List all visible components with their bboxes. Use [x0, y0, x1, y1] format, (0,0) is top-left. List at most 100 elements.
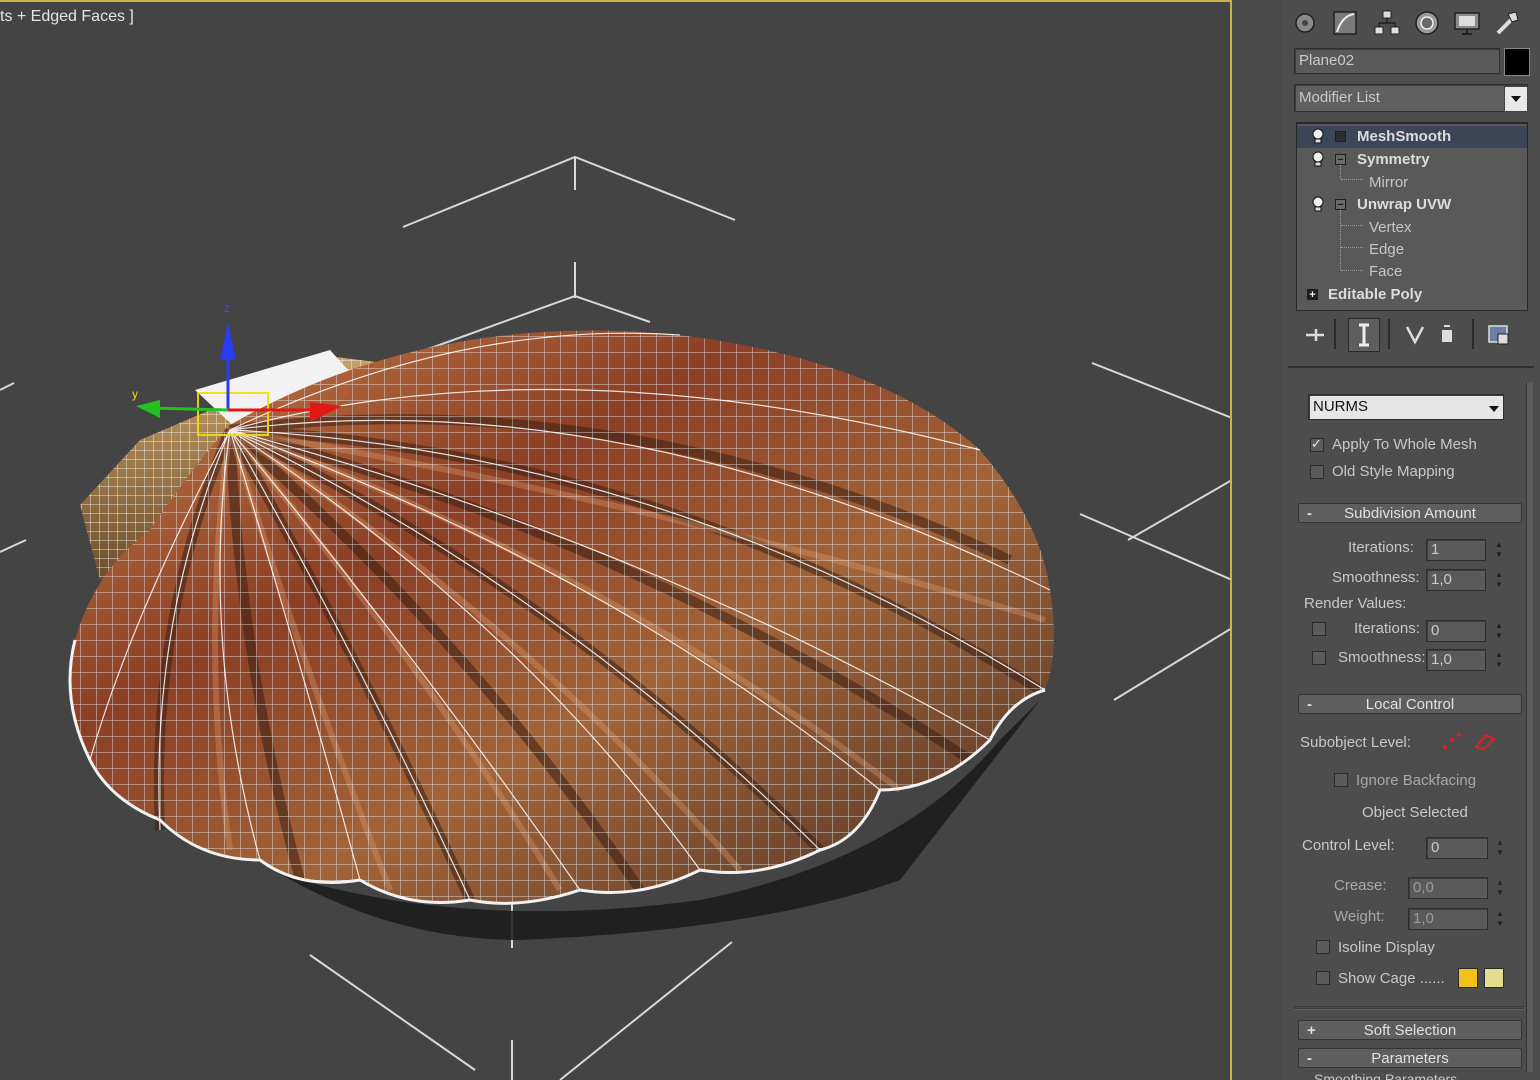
gizmo-y-label: y — [132, 387, 138, 401]
stack-item-symmetry[interactable]: − Symmetry — [1297, 149, 1527, 171]
toolbar-divider — [1388, 319, 1390, 349]
hierarchy-icon[interactable] — [1370, 6, 1404, 40]
modifier-list-dropdown[interactable]: Modifier List — [1294, 84, 1528, 112]
stack-item-label: MeshSmooth — [1357, 128, 1452, 145]
rollout-toggle: - — [1307, 505, 1312, 522]
edge-subobject-icon[interactable] — [1472, 731, 1498, 753]
control-level-field[interactable]: 0 — [1426, 837, 1488, 859]
smoothness-field[interactable]: 1,0 — [1426, 569, 1486, 591]
iterations-spinner[interactable]: ▲ ▼ — [1493, 540, 1505, 560]
vertex-subobject-icon[interactable] — [1440, 731, 1464, 753]
display-icon[interactable] — [1450, 6, 1484, 40]
collapse-icon[interactable]: − — [1335, 154, 1346, 166]
lightbulb-icon[interactable] — [1311, 151, 1325, 168]
weight-field[interactable]: 1,0 — [1408, 908, 1488, 930]
stack-item-mirror[interactable]: Mirror — [1297, 172, 1527, 194]
stack-item-edge[interactable]: Edge — [1297, 239, 1527, 261]
weight-label: Weight: — [1334, 908, 1385, 925]
render-iterations-spinner[interactable]: ▲ ▼ — [1493, 621, 1505, 641]
old-style-mapping-label: Old Style Mapping — [1332, 463, 1455, 480]
stack-item-unwrap-uvw[interactable]: − Unwrap UVW — [1297, 194, 1527, 216]
motion-icon[interactable] — [1410, 6, 1444, 40]
smoothness-spinner[interactable]: ▲ ▼ — [1493, 570, 1505, 590]
ignore-backfacing-checkbox[interactable] — [1334, 773, 1348, 787]
panel-divider — [1288, 366, 1534, 368]
viewport-scene: z y x — [0, 155, 1232, 1080]
stack-item-label: Vertex — [1369, 219, 1412, 236]
modify-icon[interactable] — [1328, 6, 1362, 40]
lightbulb-icon[interactable] — [1311, 196, 1325, 213]
local-control-rollout[interactable]: - Local Control — [1298, 694, 1522, 714]
group-divider — [1294, 1006, 1524, 1009]
configure-sets-icon[interactable] — [1486, 322, 1512, 348]
show-end-result-icon[interactable] — [1348, 318, 1380, 352]
stack-item-vertex[interactable]: Vertex — [1297, 217, 1527, 239]
gizmo-x-label: x — [342, 385, 348, 399]
subdivision-method-dropdown[interactable]: NURMS — [1308, 394, 1504, 420]
render-smoothness-label: Smoothness: — [1338, 649, 1426, 666]
stack-toolbar — [1296, 316, 1526, 354]
show-cage-checkbox[interactable] — [1316, 971, 1330, 985]
viewport-label[interactable]: ts + Edged Faces ] — [0, 8, 134, 26]
ignore-backfacing-label: Ignore Backfacing — [1356, 772, 1477, 789]
crease-field[interactable]: 0,0 — [1408, 877, 1488, 899]
render-iterations-checkbox[interactable] — [1312, 622, 1326, 636]
control-level-spinner[interactable]: ▲ ▼ — [1494, 838, 1506, 858]
chevron-down-icon[interactable] — [1488, 400, 1500, 412]
stack-item-label: Mirror — [1369, 174, 1409, 191]
utilities-icon[interactable] — [1490, 6, 1524, 40]
object-name-field[interactable]: Plane02 — [1294, 48, 1500, 74]
make-unique-icon[interactable] — [1402, 322, 1428, 348]
stack-item-label: Edge — [1369, 241, 1405, 258]
cage-color-swatch[interactable] — [1458, 968, 1478, 988]
render-smoothness-spinner[interactable]: ▲ ▼ — [1493, 650, 1505, 670]
pin-stack-icon[interactable] — [1302, 322, 1328, 348]
weight-spinner[interactable]: ▲ ▼ — [1494, 909, 1506, 929]
toolbar-divider — [1334, 319, 1336, 349]
panel-scrollbar[interactable] — [1526, 382, 1533, 1072]
expander-icon[interactable] — [1335, 131, 1346, 142]
expand-icon[interactable]: + — [1307, 289, 1318, 301]
stack-item-label: Unwrap UVW — [1357, 196, 1452, 213]
render-iterations-label: Iterations: — [1354, 620, 1420, 637]
selection-status: Object Selected — [1362, 804, 1468, 821]
object-color-swatch[interactable] — [1504, 48, 1530, 76]
toolbar-divider — [1472, 319, 1474, 349]
control-level-label: Control Level: — [1302, 837, 1395, 854]
iterations-field[interactable]: 1 — [1426, 539, 1486, 561]
isoline-display-checkbox[interactable] — [1316, 940, 1330, 954]
smoothing-parameters-group-label: Smoothing Parameters — [1314, 1072, 1458, 1080]
apply-to-whole-mesh-checkbox[interactable] — [1310, 436, 1324, 452]
subdivision-method-value: NURMS — [1313, 398, 1368, 415]
perspective-viewport[interactable]: z y x ts + Edged Faces ] — [0, 0, 1232, 1080]
rollout-title: Soft Selection — [1363, 1022, 1457, 1039]
subdivision-amount-rollout[interactable]: - Subdivision Amount — [1298, 503, 1522, 523]
chevron-down-icon[interactable] — [1504, 86, 1528, 112]
rollout-toggle: - — [1307, 696, 1312, 713]
cage-selection-color-swatch[interactable] — [1484, 968, 1504, 988]
stack-item-editable-poly[interactable]: + Editable Poly — [1297, 284, 1527, 306]
parameters-rollout[interactable]: - Parameters — [1298, 1048, 1522, 1068]
subobject-level-label: Subobject Level: — [1300, 734, 1411, 751]
collapse-icon[interactable]: − — [1335, 199, 1346, 211]
stack-item-label: Symmetry — [1357, 151, 1430, 168]
render-smoothness-field[interactable]: 1,0 — [1426, 649, 1486, 671]
stack-item-face[interactable]: Face — [1297, 261, 1527, 283]
crease-spinner[interactable]: ▲ ▼ — [1494, 878, 1506, 898]
remove-modifier-icon[interactable] — [1434, 322, 1460, 348]
render-smoothness-checkbox[interactable] — [1312, 651, 1326, 665]
command-panel: Plane02 Modifier List MeshSmooth − Symme… — [1282, 0, 1540, 1080]
old-style-mapping-checkbox[interactable] — [1310, 465, 1324, 479]
crease-label: Crease: — [1334, 877, 1387, 894]
soft-selection-rollout[interactable]: + Soft Selection — [1298, 1020, 1522, 1040]
lightbulb-icon[interactable] — [1311, 128, 1325, 145]
rollout-toggle: - — [1307, 1050, 1312, 1067]
render-values-label: Render Values: — [1304, 595, 1407, 612]
rollout-title: Subdivision Amount — [1344, 505, 1476, 522]
render-iterations-field[interactable]: 0 — [1426, 620, 1486, 642]
rollout-toggle: + — [1307, 1022, 1316, 1039]
stack-item-meshsmooth[interactable]: MeshSmooth — [1297, 126, 1527, 148]
isoline-display-label: Isoline Display — [1338, 939, 1435, 956]
rollout-title: Local Control — [1365, 696, 1455, 713]
create-icon[interactable] — [1288, 6, 1322, 40]
